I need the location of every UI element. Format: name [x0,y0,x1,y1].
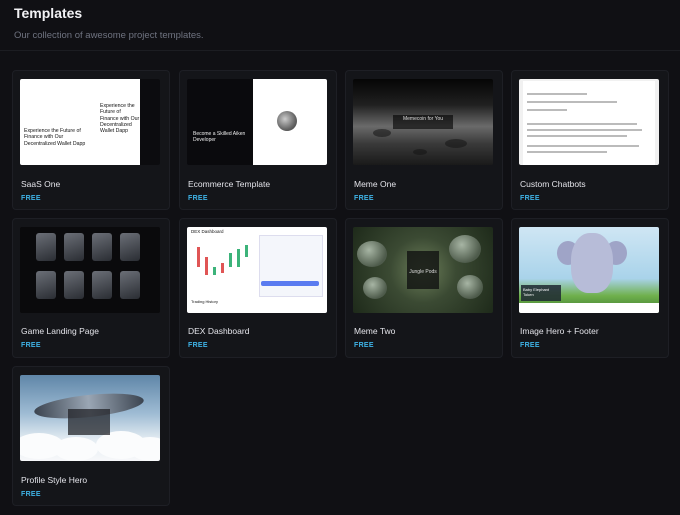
template-thumbnail[interactable]: Experience the Future of Finance with Ou… [20,79,160,165]
template-price: FREE [188,195,208,202]
template-price: FREE [520,342,540,349]
page-subtitle: Our collection of awesome project templa… [14,30,204,41]
template-name: DEX Dashboard [188,326,250,336]
template-card-meme-one[interactable]: Memecoin for You Meme One FREE [345,70,503,210]
template-thumbnail[interactable]: DEX Dashboard Trading History [187,227,327,313]
template-thumbnail[interactable]: Baby Elephant Token [519,227,659,313]
template-name: Meme One [354,179,397,189]
template-thumbnail[interactable]: Jungle Pods [353,227,493,313]
template-thumbnail[interactable] [20,227,160,313]
template-price: FREE [354,342,374,349]
template-name: Image Hero + Footer [520,326,599,336]
template-card-image-hero-footer[interactable]: Baby Elephant Token Image Hero + Footer … [511,218,669,358]
template-thumbnail[interactable] [20,375,160,461]
template-price: FREE [354,195,374,202]
template-thumbnail[interactable] [519,79,659,165]
template-thumbnail[interactable]: Become a Skilled Aiken Developer [187,79,327,165]
template-name: Custom Chatbots [520,179,586,189]
template-price: FREE [21,491,41,498]
template-card-dex-dashboard[interactable]: DEX Dashboard Trading History DEX Dashbo… [179,218,337,358]
template-name: Ecommerce Template [188,179,271,189]
template-card-ecommerce[interactable]: Become a Skilled Aiken Developer Ecommer… [179,70,337,210]
template-name: Profile Style Hero [21,475,88,485]
template-thumbnail[interactable]: Memecoin for You [353,79,493,165]
page-header: Templates Our collection of awesome proj… [14,4,204,42]
template-name: Meme Two [354,326,396,336]
template-price: FREE [21,195,41,202]
template-card-meme-two[interactable]: Jungle Pods Meme Two FREE [345,218,503,358]
page-title: Templates [14,5,83,21]
header-divider [0,50,680,51]
template-name: SaaS One [21,179,61,189]
template-card-profile-style-hero[interactable]: Profile Style Hero FREE [12,366,170,506]
template-card-game-landing-page[interactable]: Game Landing Page FREE [12,218,170,358]
template-price: FREE [188,342,208,349]
template-price: FREE [21,342,41,349]
template-price: FREE [520,195,540,202]
template-card-saas-one[interactable]: Experience the Future of Finance with Ou… [12,70,170,210]
template-name: Game Landing Page [21,326,99,336]
template-card-custom-chatbots[interactable]: Custom Chatbots FREE [511,70,669,210]
